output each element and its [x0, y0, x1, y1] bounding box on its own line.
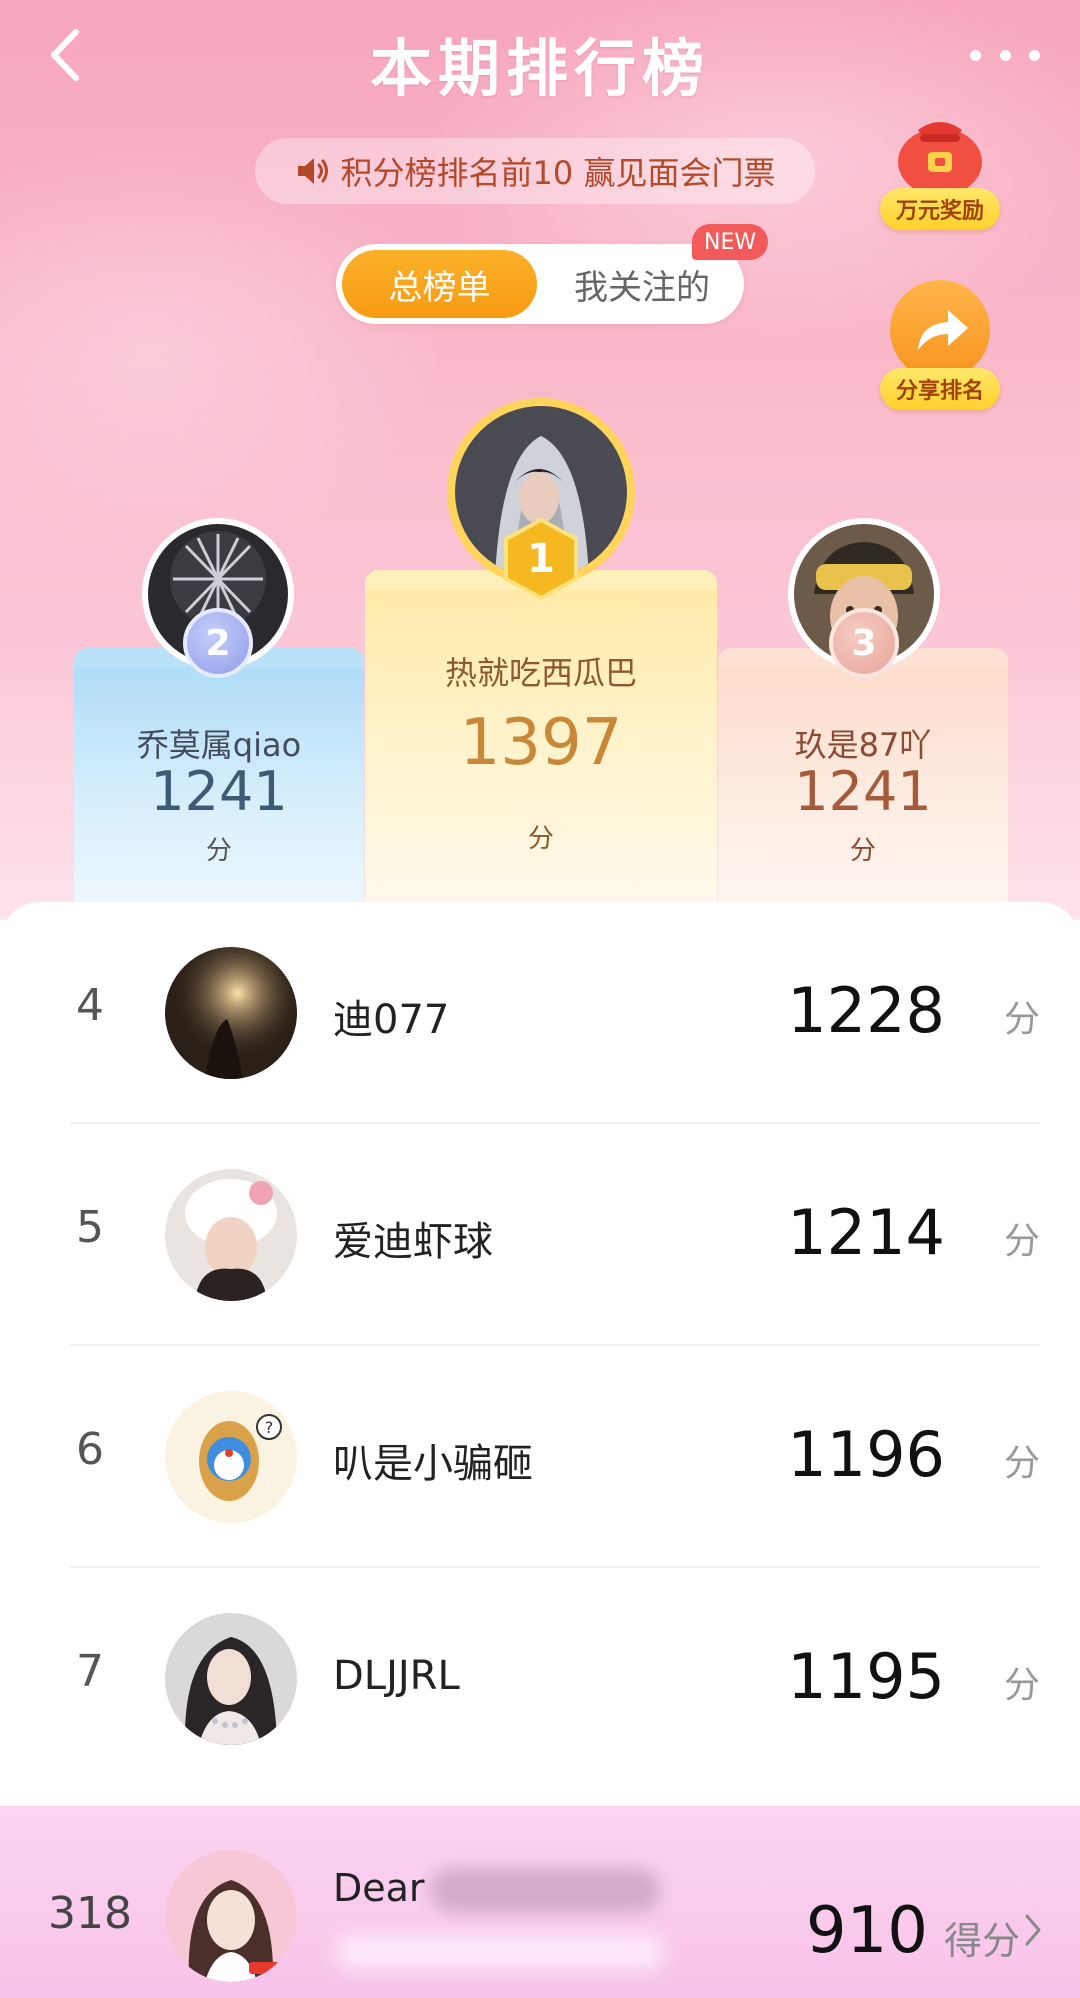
blurred-username	[430, 1868, 660, 1912]
list-item-score: 1228	[787, 974, 945, 1047]
podium-first[interactable]: 热就吃西瓜巴 1397 分	[365, 570, 717, 920]
my-rank: 318	[48, 1888, 132, 1939]
hero-background: 本期排行榜 积分榜排名前10 赢见面会门票 总榜单 我关注的 NEW 万元奖励 …	[0, 0, 1080, 920]
page-title: 本期排行榜	[369, 32, 710, 105]
list-item-avatar	[165, 1613, 297, 1745]
reward-label: 万元奖励	[880, 188, 1000, 230]
list-item-name: 迪077	[333, 997, 450, 1043]
list-item-name: DLJJRL	[333, 1653, 460, 1699]
my-score: 910	[805, 1894, 928, 1968]
podium-second[interactable]: 乔莫属qiao 1241 分	[74, 648, 364, 920]
new-badge: NEW	[692, 224, 769, 260]
list-item-unit: 分	[1003, 1221, 1040, 1262]
tab-switch: 总榜单 我关注的	[336, 244, 744, 324]
list-item-score: 1195	[787, 1640, 945, 1713]
podium-third-rank-badge: 3	[829, 608, 899, 678]
money-bag-icon	[890, 100, 990, 200]
podium-second-rank-badge: 2	[183, 608, 253, 678]
podium-first-score: 1397	[459, 706, 623, 780]
list-item-rank: 5	[76, 1202, 104, 1253]
podium-third-unit: 分	[849, 836, 876, 866]
share-arrow-icon	[890, 280, 990, 380]
podium-second-unit: 分	[205, 836, 232, 866]
list-item-unit: 分	[1003, 1665, 1040, 1706]
list-item-avatar	[165, 947, 297, 1079]
list-item-name: 叭是小骗砸	[333, 1441, 533, 1487]
list-item-rank: 7	[76, 1646, 104, 1697]
list-item[interactable]: 5 爱迪虾球 1214 分	[0, 1124, 1080, 1346]
list-item-rank: 4	[76, 980, 104, 1031]
podium-first-rank: 1	[527, 536, 555, 582]
svg-text:?: ?	[265, 1418, 274, 1437]
list-item[interactable]: 7 DLJJRL 1195 分	[0, 1568, 1080, 1790]
podium-first-unit: 分	[527, 824, 554, 854]
list-item[interactable]: 4 迪077 1228 分	[0, 902, 1080, 1124]
tab-overall[interactable]: 总榜单	[342, 250, 537, 318]
my-score-unit: 得分	[943, 1919, 1020, 1963]
share-label: 分享排名	[880, 368, 1000, 410]
podium-third[interactable]: 玖是87吖 1241 分	[718, 648, 1008, 920]
speaker-icon	[295, 155, 331, 187]
nav-bar: 本期排行榜	[0, 0, 1080, 115]
reward-button[interactable]: 万元奖励	[880, 100, 1000, 230]
podium-first-name: 热就吃西瓜巴	[444, 654, 637, 692]
list-item-score: 1214	[787, 1196, 945, 1269]
podium-third-score: 1241	[794, 760, 932, 823]
list-item-unit: 分	[1003, 1443, 1040, 1484]
my-ranking-row[interactable]: 318 Dear 910 得分	[0, 1806, 1080, 1998]
podium-first-rank-badge: 1	[500, 518, 582, 600]
list-item-avatar	[165, 1169, 297, 1301]
list-item-score: 1196	[787, 1418, 945, 1491]
list-item-avatar: ?	[165, 1391, 297, 1523]
list-item-rank: 6	[76, 1424, 104, 1475]
podium-second-score: 1241	[150, 760, 288, 823]
notice-banner: 积分榜排名前10 赢见面会门票	[255, 138, 815, 204]
my-name: Dear	[333, 1866, 425, 1910]
more-dots-icon[interactable]	[970, 40, 1040, 70]
list-item-name: 爱迪虾球	[333, 1219, 493, 1265]
blurred-subtext	[335, 1934, 665, 1970]
list-item[interactable]: 6 ? 叭是小骗砸 1196 分	[0, 1346, 1080, 1568]
share-button[interactable]: 分享排名	[880, 280, 1000, 410]
notice-text: 积分榜排名前10 赢见面会门票	[340, 154, 776, 192]
list-item-unit: 分	[1003, 999, 1040, 1040]
my-avatar	[165, 1850, 297, 1982]
chevron-right-icon	[1022, 1910, 1044, 1950]
tab-following[interactable]: 我关注的	[546, 250, 738, 318]
